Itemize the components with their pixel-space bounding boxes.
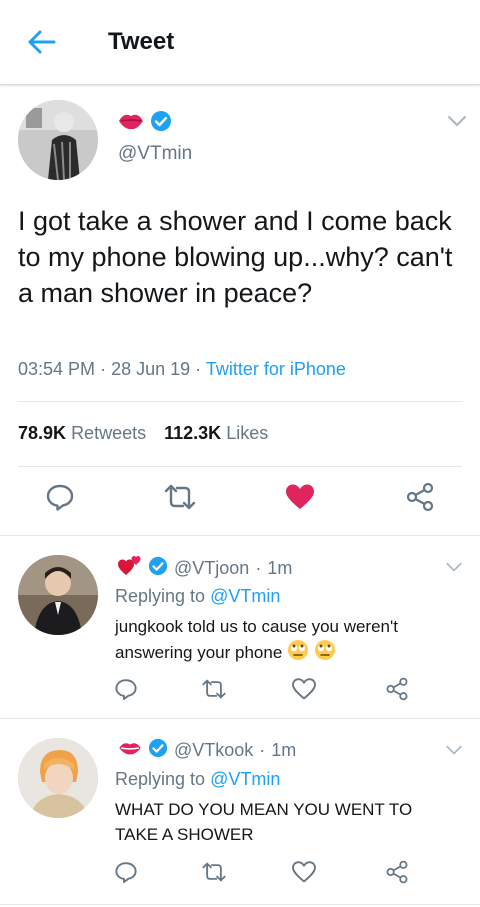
meta-separator: ·: [195, 359, 202, 379]
replying-to: Replying to @VTmin: [115, 769, 280, 790]
two-hearts-icon: [118, 555, 142, 582]
meta-separator: ·: [255, 558, 262, 578]
chevron-down-icon[interactable]: [444, 743, 466, 757]
likes-stat[interactable]: 112.3K Likes: [164, 423, 268, 443]
lips-kiss-icon: [118, 111, 144, 136]
replying-to-mention[interactable]: @VTmin: [210, 769, 280, 789]
reply-text-wrap: jungkook told us to cause you weren't an…: [115, 614, 455, 668]
page-title: Tweet: [108, 28, 175, 55]
reply-text: jungkook told us to cause you weren't an…: [115, 617, 398, 662]
replying-to-prefix: Replying to: [115, 586, 206, 606]
divider: [18, 401, 462, 402]
like-heart-icon[interactable]: [288, 673, 320, 705]
likes-label: Likes: [226, 423, 269, 443]
reply-icon[interactable]: [40, 477, 80, 517]
chevron-down-icon[interactable]: [444, 560, 466, 574]
reply-time: 1m: [267, 558, 293, 578]
verified-badge-icon: [148, 738, 168, 763]
divider: [18, 466, 462, 467]
reply-handle[interactable]: @VTkook: [174, 740, 253, 761]
tweet-text: I got take a shower and I come back to m…: [18, 206, 453, 308]
eye-roll-emoji-icon: [287, 639, 309, 668]
reply-tweet[interactable]: @VTkook · 1m Replying to @VTmin WHAT DO …: [0, 719, 480, 907]
tweet-stats: 78.9K Retweets 112.3K Likes: [18, 423, 268, 444]
divider: [0, 904, 480, 905]
reply-tweet[interactable]: @VTjoon · 1m Replying to @VTmin jungkook…: [0, 536, 480, 718]
avatar[interactable]: [18, 738, 98, 818]
tweet-meta: 03:54 PM · 28 Jun 19 · Twitter for iPhon…: [18, 359, 346, 380]
back-arrow-icon[interactable]: [26, 28, 58, 56]
tweet-actions: [0, 477, 480, 517]
meta-separator: ·: [100, 359, 107, 379]
eye-roll-emoji-icon: [314, 639, 336, 668]
retweet-icon[interactable]: [198, 856, 230, 888]
reply-time: 1m: [271, 740, 297, 760]
replying-to-mention[interactable]: @VTmin: [210, 586, 280, 606]
tweet-source-link[interactable]: Twitter for iPhone: [206, 359, 346, 379]
replying-to-prefix: Replying to: [115, 769, 206, 789]
retweet-icon[interactable]: [160, 477, 200, 517]
name-row: [118, 110, 172, 137]
like-heart-icon[interactable]: [288, 856, 320, 888]
reply-icon[interactable]: [110, 673, 142, 705]
share-icon[interactable]: [381, 673, 413, 705]
retweets-stat[interactable]: 78.9K Retweets: [18, 423, 146, 443]
reply-header: @VTkook · 1m: [118, 738, 296, 763]
avatar[interactable]: [18, 555, 98, 635]
reply-handle[interactable]: @VTjoon: [174, 558, 249, 579]
lips-icon: [118, 740, 142, 761]
share-icon[interactable]: [400, 477, 440, 517]
chevron-down-icon[interactable]: [446, 114, 468, 128]
tweet-time: 03:54 PM: [18, 359, 96, 379]
reply-icon[interactable]: [110, 856, 142, 888]
likes-count: 112.3K: [164, 423, 222, 443]
author-handle[interactable]: @VTmin: [118, 143, 192, 165]
share-icon[interactable]: [381, 856, 413, 888]
reply-header: @VTjoon · 1m: [118, 555, 292, 582]
retweet-icon[interactable]: [198, 673, 230, 705]
retweets-label: Retweets: [71, 423, 147, 443]
like-heart-icon[interactable]: [280, 477, 320, 517]
avatar[interactable]: [18, 100, 98, 180]
tweet-date: 28 Jun 19: [111, 359, 191, 379]
replying-to: Replying to @VTmin: [115, 586, 280, 607]
meta-separator: ·: [259, 740, 266, 760]
verified-badge-icon: [150, 110, 172, 137]
reply-text: WHAT DO YOU MEAN YOU WENT TO TAKE A SHOW…: [115, 800, 413, 844]
verified-badge-icon: [148, 556, 168, 581]
app-header: Tweet: [0, 0, 480, 85]
retweets-count: 78.9K: [18, 423, 67, 443]
